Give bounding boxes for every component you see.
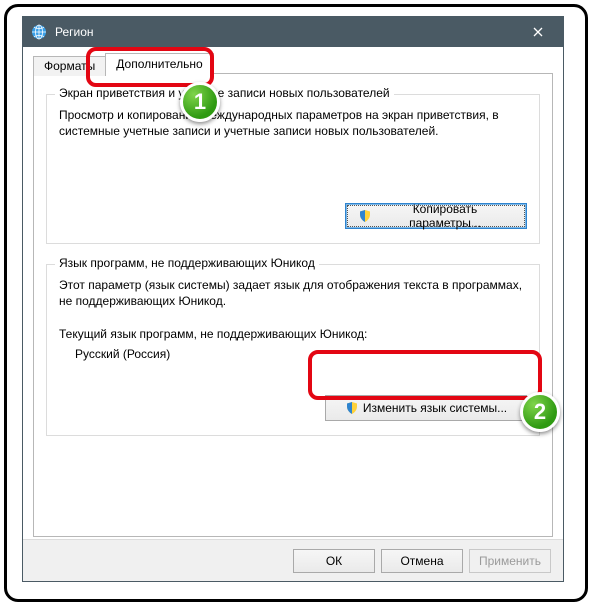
annotation-badge-2: 2 — [520, 392, 560, 432]
region-dialog: Регион Форматы Дополнительно Экран приве… — [22, 16, 564, 582]
apply-button: Применить — [469, 549, 551, 573]
window-title: Регион — [55, 25, 517, 39]
group-non-unicode-desc: Этот параметр (язык системы) задает язык… — [59, 277, 527, 309]
change-system-locale-button[interactable]: Изменить язык системы... — [325, 395, 527, 421]
shield-icon — [345, 401, 359, 415]
ok-button[interactable]: ОК — [293, 549, 375, 573]
group-welcome-legend: Экран приветствия и учетные записи новых… — [55, 86, 394, 100]
tab-panel-advanced: Экран приветствия и учетные записи новых… — [33, 73, 553, 537]
titlebar: Регион — [23, 17, 563, 47]
globe-icon — [31, 24, 47, 40]
dialog-footer: ОК Отмена Применить — [23, 539, 563, 581]
group-welcome-screen: Экран приветствия и учетные записи новых… — [46, 94, 540, 244]
current-language-label: Текущий язык программ, не поддерживающих… — [59, 327, 527, 341]
client-area: Форматы Дополнительно Экран приветствия … — [23, 47, 563, 581]
copy-settings-button[interactable]: Копировать параметры... — [345, 203, 527, 229]
group-welcome-desc: Просмотр и копирование международных пар… — [59, 107, 527, 139]
close-icon — [533, 27, 543, 37]
group-non-unicode: Язык программ, не поддерживающих Юникод … — [46, 264, 540, 436]
tab-advanced[interactable]: Дополнительно — [105, 53, 213, 75]
current-language-value: Русский (Россия) — [75, 347, 170, 361]
shield-icon — [358, 209, 372, 223]
close-button[interactable] — [517, 18, 559, 46]
group-non-unicode-legend: Язык программ, не поддерживающих Юникод — [55, 256, 319, 270]
copy-settings-label: Копировать параметры... — [376, 202, 514, 230]
change-system-locale-label: Изменить язык системы... — [363, 401, 507, 415]
annotation-badge-1: 1 — [180, 82, 220, 122]
cancel-button[interactable]: Отмена — [381, 549, 463, 573]
tab-formats[interactable]: Форматы — [33, 56, 106, 76]
tab-strip: Форматы Дополнительно — [33, 53, 213, 75]
